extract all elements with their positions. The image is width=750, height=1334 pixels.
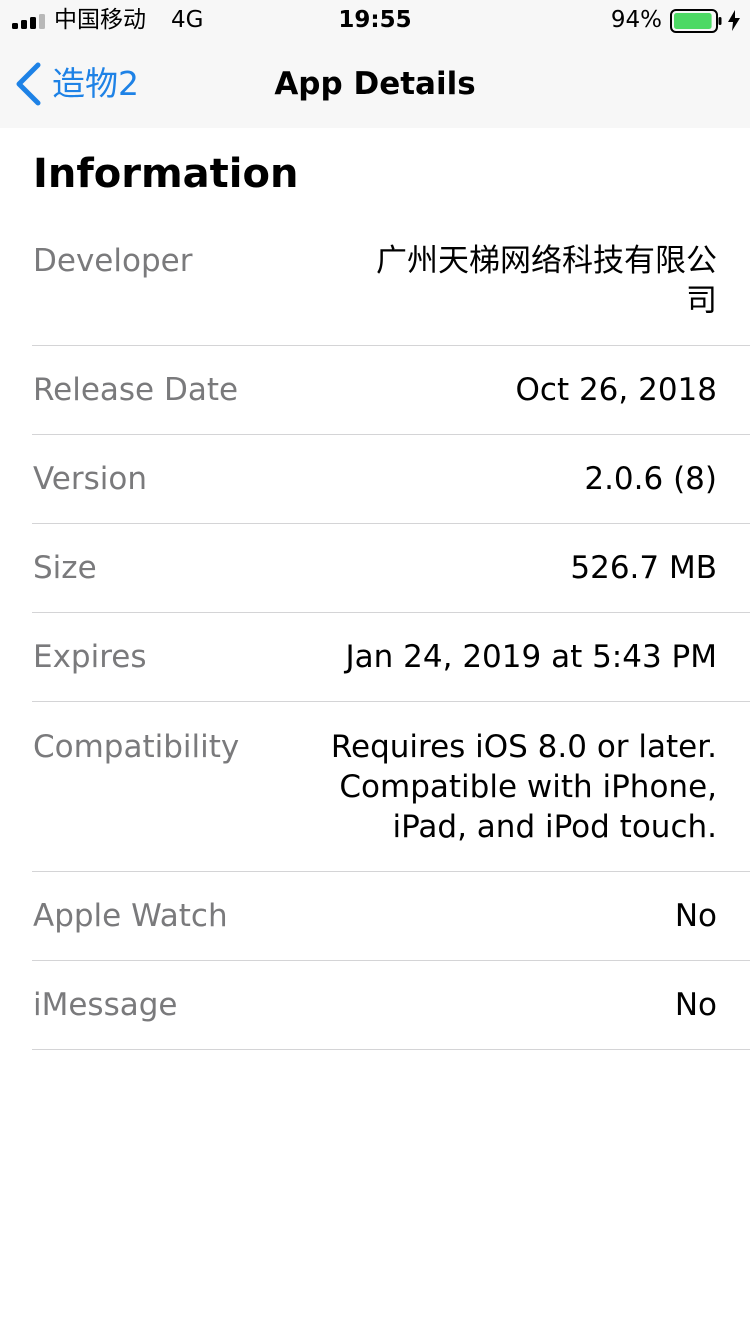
info-value: No xyxy=(674,987,717,1023)
navigation-bar: 造物2 App Details xyxy=(0,40,750,128)
info-list: Developer 广州天梯网络科技有限公司 Release Date Oct … xyxy=(32,222,750,1050)
info-row-apple-watch: Apple Watch No xyxy=(32,872,750,961)
info-label: Apple Watch xyxy=(33,898,228,934)
app-details-screen: 中国移动 4G 19:55 94% 造物2 App Details Inform… xyxy=(0,0,750,1334)
info-row-version: Version 2.0.6 (8) xyxy=(32,435,750,524)
info-label: Size xyxy=(33,550,97,586)
info-value: Jan 24, 2019 at 5:43 PM xyxy=(345,639,717,675)
info-label: Expires xyxy=(33,639,147,675)
info-row-size: Size 526.7 MB xyxy=(32,524,750,613)
info-label: Release Date xyxy=(33,372,239,408)
info-row-developer: Developer 广州天梯网络科技有限公司 xyxy=(32,222,750,346)
info-value: 526.7 MB xyxy=(570,550,717,586)
info-row-expires: Expires Jan 24, 2019 at 5:43 PM xyxy=(32,613,750,702)
charging-bolt-icon xyxy=(728,10,740,31)
info-row-compatibility: Compatibility Requires iOS 8.0 or later.… xyxy=(32,702,750,872)
info-label: Version xyxy=(33,461,147,497)
info-label: Developer xyxy=(33,243,193,279)
info-value: Requires iOS 8.0 or later. Compatible wi… xyxy=(330,729,717,845)
info-value: 广州天梯网络科技有限公司 xyxy=(376,243,717,319)
status-bar: 中国移动 4G 19:55 94% xyxy=(0,0,750,40)
battery-icon xyxy=(670,9,722,33)
info-value: 2.0.6 (8) xyxy=(584,461,717,497)
page-title: App Details xyxy=(274,66,476,102)
info-value: Oct 26, 2018 xyxy=(515,372,718,408)
info-label: iMessage xyxy=(33,987,178,1023)
section-title: Information xyxy=(33,151,299,197)
info-row-release-date: Release Date Oct 26, 2018 xyxy=(32,346,750,435)
info-label: Compatibility xyxy=(33,729,240,765)
battery-percent: 94% xyxy=(610,7,662,33)
info-value: No xyxy=(674,898,717,934)
info-row-imessage: iMessage No xyxy=(32,961,750,1050)
